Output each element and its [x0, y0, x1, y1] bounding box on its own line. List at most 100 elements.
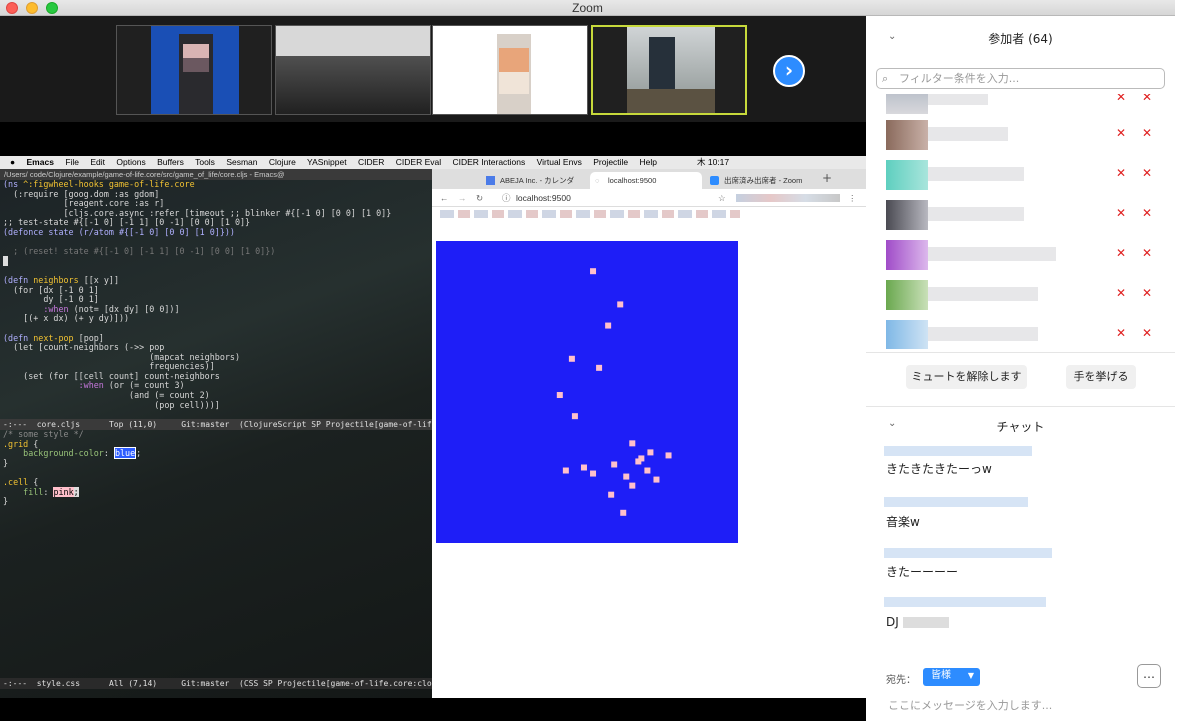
- participant-filter-input[interactable]: ⌕ フィルター条件を入力...: [876, 68, 1165, 89]
- participant-name-blurred: [928, 94, 988, 105]
- ellipsis-icon: …: [1143, 667, 1155, 681]
- video-off-icon: ✕: [1142, 126, 1153, 140]
- bookmark-star-icon[interactable]: ☆: [718, 189, 726, 207]
- live-cell: [580, 464, 587, 471]
- menubar-clock: 木 10:17: [697, 157, 730, 167]
- browser-tab-zoom[interactable]: 出席済み出席者 - Zoom: [706, 172, 814, 189]
- participant-row[interactable]: ✕ ✕: [866, 198, 1175, 232]
- site-info-icon[interactable]: ⓘ: [502, 189, 511, 207]
- menu-sesman[interactable]: Sesman: [226, 157, 257, 167]
- avatar: [886, 200, 928, 230]
- menu-buffers[interactable]: Buffers: [157, 157, 184, 167]
- menu-cider-interactions[interactable]: CIDER Interactions: [453, 157, 526, 167]
- raise-hand-button[interactable]: 手を挙げる: [1066, 365, 1136, 389]
- live-cell: [620, 509, 627, 516]
- menu-edit[interactable]: Edit: [90, 157, 105, 167]
- live-cell: [556, 392, 563, 399]
- mic-muted-icon: ✕: [1116, 286, 1127, 300]
- participant-name-blurred: [928, 247, 1056, 261]
- caret-down-icon: ▼: [967, 671, 974, 680]
- mic-muted-icon: ✕: [1116, 206, 1127, 220]
- shared-screen: ● Emacs File Edit Options Buffers Tools …: [0, 156, 866, 698]
- video-thumbnail-2[interactable]: [275, 25, 431, 115]
- chrome-window: ABEJA Inc. - カレンダ ◌ localhost:9500 出席済み出…: [432, 169, 866, 698]
- back-icon[interactable]: ←: [440, 189, 449, 207]
- live-cell: [629, 482, 636, 489]
- video-off-icon: ✕: [1142, 326, 1153, 340]
- participant-row[interactable]: ✕ ✕: [866, 94, 1175, 116]
- globe-icon: ◌: [595, 176, 600, 185]
- live-cell: [611, 461, 618, 468]
- live-cell: [647, 449, 654, 456]
- editor-code-style-css[interactable]: /* some style */ .grid { background-colo…: [0, 429, 432, 678]
- blurred-text: [902, 617, 949, 628]
- menu-kebab-icon[interactable]: ⋮: [848, 189, 857, 207]
- participant-name-blurred: [928, 127, 1008, 141]
- participant-row[interactable]: ✕ ✕: [866, 318, 1175, 349]
- live-cell: [617, 301, 624, 308]
- browser-tab-calendar[interactable]: ABEJA Inc. - カレンダ: [482, 172, 586, 189]
- mic-muted-icon: ✕: [1116, 326, 1127, 340]
- video-thumbnail-3[interactable]: [432, 25, 588, 115]
- mic-muted-icon: ✕: [1116, 126, 1127, 140]
- menu-file[interactable]: File: [65, 157, 79, 167]
- forward-icon[interactable]: →: [458, 189, 467, 207]
- participants-header: 参加者 (64): [988, 32, 1053, 46]
- menu-virtual-envs[interactable]: Virtual Envs: [537, 157, 582, 167]
- menu-cider[interactable]: CIDER: [358, 157, 384, 167]
- browser-tab-localhost[interactable]: ◌ localhost:9500: [590, 172, 702, 189]
- menu-options[interactable]: Options: [116, 157, 145, 167]
- live-cell: [623, 473, 630, 480]
- menu-cider-eval[interactable]: CIDER Eval: [396, 157, 441, 167]
- video-off-icon: ✕: [1142, 246, 1153, 260]
- extension-icons: [736, 194, 840, 202]
- live-cell: [568, 355, 575, 362]
- editor-code-core-cljs[interactable]: (ns ^:figwheel-hooks game-of-life.core (…: [0, 179, 432, 419]
- participant-row[interactable]: ✕ ✕: [866, 158, 1175, 192]
- menu-emacs[interactable]: Emacs: [27, 157, 54, 167]
- chat-message: きたーーーー: [886, 565, 959, 579]
- more-options-button[interactable]: …: [1137, 664, 1161, 688]
- chat-sender-blurred: [884, 597, 1046, 607]
- apple-icon: ●: [10, 157, 16, 167]
- search-icon: ⌕: [882, 72, 889, 85]
- video-thumbnail-4-active-speaker[interactable]: [591, 25, 747, 115]
- participant-row[interactable]: ✕ ✕: [866, 118, 1175, 152]
- live-cell: [665, 452, 672, 459]
- live-cell: [571, 413, 578, 420]
- live-cell: [590, 268, 597, 275]
- reload-icon[interactable]: ↻: [476, 189, 483, 207]
- video-off-icon: ✕: [1142, 166, 1153, 180]
- menu-projectile[interactable]: Projectile: [593, 157, 628, 167]
- chat-message: きたきたきたーっw: [886, 462, 992, 476]
- game-of-life-grid[interactable]: [436, 241, 738, 543]
- unmute-button[interactable]: ミュートを解除します: [906, 365, 1027, 389]
- menu-clojure[interactable]: Clojure: [269, 157, 296, 167]
- participants-chat-panel: ⌄ 参加者 (64) ⌕ フィルター条件を入力... ✕ ✕ ✕ ✕ ✕ ✕ ✕: [866, 16, 1175, 721]
- next-page-button[interactable]: ›: [773, 55, 805, 87]
- live-cell: [608, 491, 615, 498]
- avatar: [886, 320, 928, 349]
- chat-recipient-select[interactable]: 皆様 ▼: [923, 668, 980, 686]
- chat-message-input[interactable]: ここにメッセージを入力します...: [888, 697, 1052, 713]
- url-field[interactable]: localhost:9500: [516, 189, 571, 207]
- emacs-window[interactable]: /Users/ code/Clojure/example/game-of-lif…: [0, 169, 432, 698]
- live-cell: [562, 467, 569, 474]
- chevron-right-icon: ›: [784, 58, 794, 82]
- divider: [866, 406, 1175, 407]
- new-tab-button[interactable]: +: [822, 171, 832, 185]
- menu-tools[interactable]: Tools: [195, 157, 215, 167]
- participant-row[interactable]: ✕ ✕: [866, 238, 1175, 272]
- chat-to-label: 宛先：: [886, 675, 916, 686]
- window-titlebar: Zoom: [0, 0, 1175, 16]
- participant-list[interactable]: ✕ ✕ ✕ ✕ ✕ ✕ ✕ ✕ ✕ ✕ ✕ ✕ ✕ ✕: [866, 94, 1175, 349]
- participant-row[interactable]: ✕ ✕: [866, 278, 1175, 312]
- menu-yasnippet[interactable]: YASnippet: [307, 157, 347, 167]
- video-thumbnail-strip: ›: [0, 16, 866, 122]
- participant-name-blurred: [928, 167, 1024, 181]
- video-off-icon: ✕: [1142, 206, 1153, 220]
- calendar-icon: [486, 176, 495, 185]
- mic-muted-icon: ✕: [1116, 166, 1127, 180]
- video-thumbnail-1[interactable]: [116, 25, 272, 115]
- menu-help[interactable]: Help: [640, 157, 657, 167]
